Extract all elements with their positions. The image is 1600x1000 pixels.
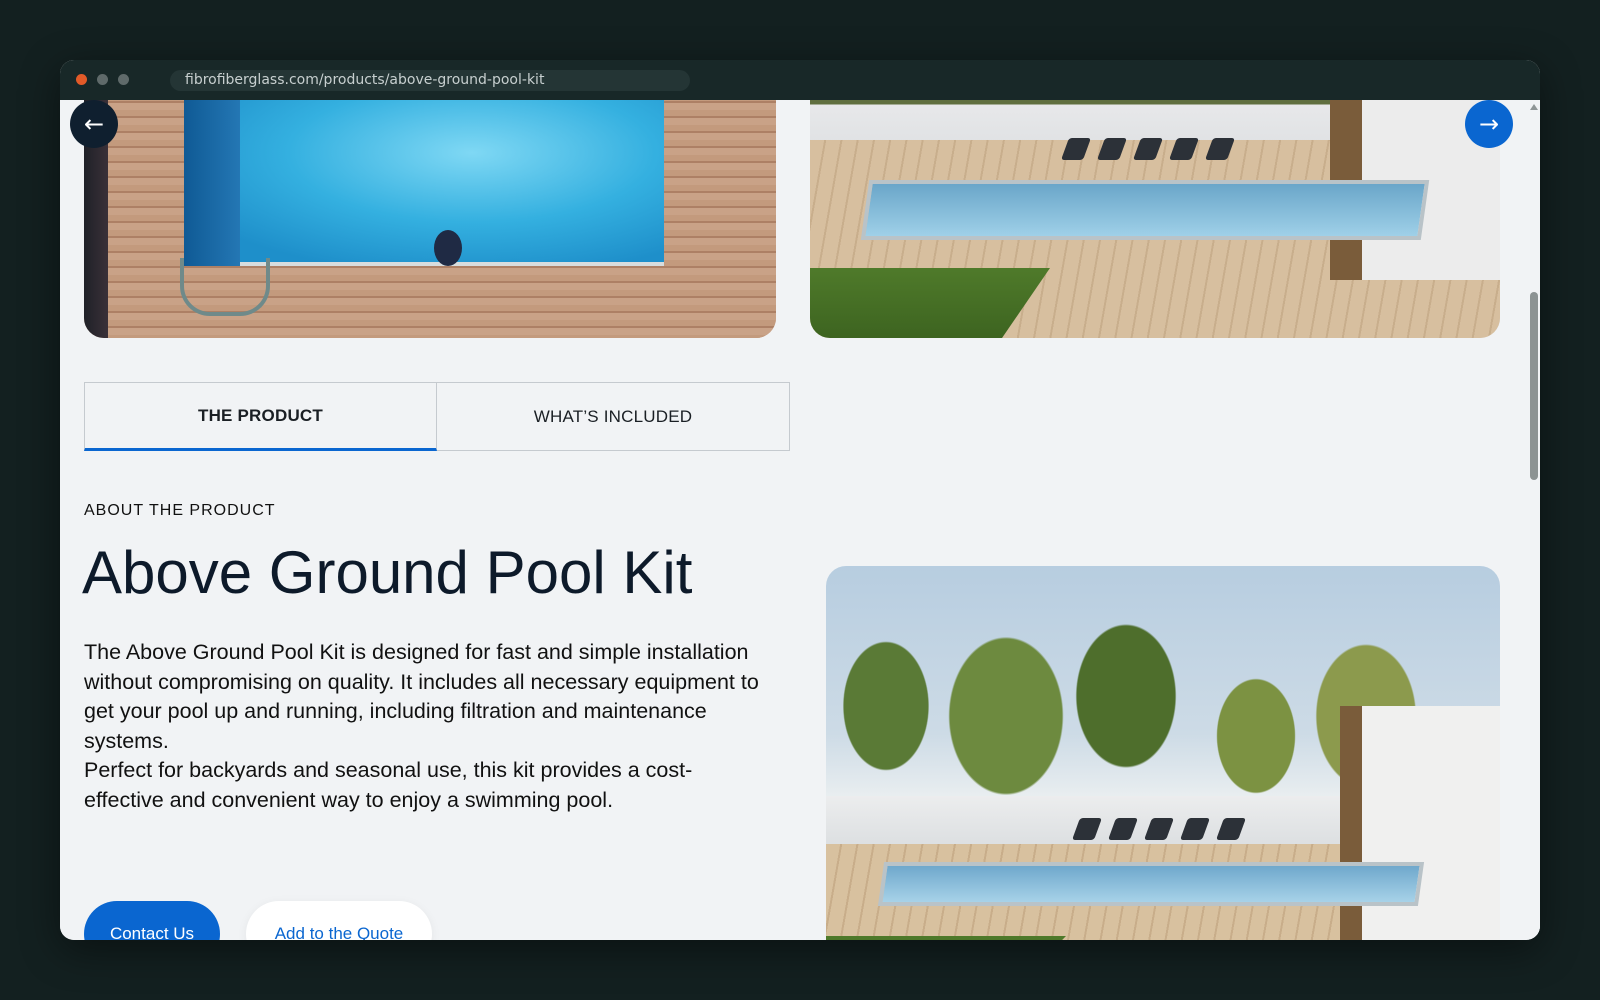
arrow-right-icon: → bbox=[1478, 110, 1500, 138]
lawn bbox=[826, 936, 1066, 940]
description-paragraph: The Above Ground Pool Kit is designed fo… bbox=[84, 640, 759, 753]
add-to-quote-button[interactable]: Add to the Quote bbox=[246, 901, 432, 940]
browser-window: fibrofiberglass.com/products/above-groun… bbox=[60, 60, 1540, 940]
page-title: Above Ground Pool Kit bbox=[82, 539, 693, 606]
pool-stripe bbox=[184, 100, 240, 266]
minimize-window-dot[interactable] bbox=[97, 74, 108, 85]
tab-whats-included[interactable]: WHAT’S INCLUDED bbox=[437, 382, 790, 451]
address-bar[interactable]: fibrofiberglass.com/products/above-groun… bbox=[170, 70, 690, 91]
gallery-image-aerial-pool bbox=[84, 100, 776, 338]
tab-the-product[interactable]: THE PRODUCT bbox=[84, 382, 437, 451]
vertical-scrollbar[interactable] bbox=[1528, 100, 1540, 940]
zoom-window-dot[interactable] bbox=[118, 74, 129, 85]
page-viewport: ← → THE PRODUCT WHAT’S INCLUDED ABOUT TH… bbox=[60, 100, 1540, 940]
lounge-chairs bbox=[1071, 818, 1247, 840]
browser-titlebar: fibrofiberglass.com/products/above-groun… bbox=[60, 60, 1540, 100]
pool-ladder bbox=[180, 258, 270, 316]
scroll-up-arrow-icon[interactable] bbox=[1530, 104, 1538, 110]
arrow-left-icon: ← bbox=[83, 110, 105, 138]
product-description: The Above Ground Pool Kit is designed fo… bbox=[84, 638, 770, 815]
contact-us-button[interactable]: Contact Us bbox=[84, 901, 220, 940]
gallery-image-backyard-pool bbox=[810, 100, 1500, 338]
lounge-chairs bbox=[1060, 138, 1236, 160]
close-window-dot[interactable] bbox=[76, 74, 87, 85]
scrollbar-thumb[interactable] bbox=[1530, 292, 1538, 480]
description-paragraph: Perfect for backyards and seasonal use, … bbox=[84, 758, 693, 812]
pool-water bbox=[860, 180, 1430, 240]
product-hero-image bbox=[826, 566, 1500, 940]
pool-water bbox=[877, 862, 1425, 906]
swimmer bbox=[434, 230, 462, 266]
pool-water bbox=[184, 100, 664, 266]
product-tabs: THE PRODUCT WHAT’S INCLUDED bbox=[84, 382, 790, 451]
section-eyebrow: ABOUT THE PRODUCT bbox=[84, 502, 276, 519]
carousel-prev-button[interactable]: ← bbox=[70, 100, 118, 148]
carousel-next-button[interactable]: → bbox=[1465, 100, 1513, 148]
